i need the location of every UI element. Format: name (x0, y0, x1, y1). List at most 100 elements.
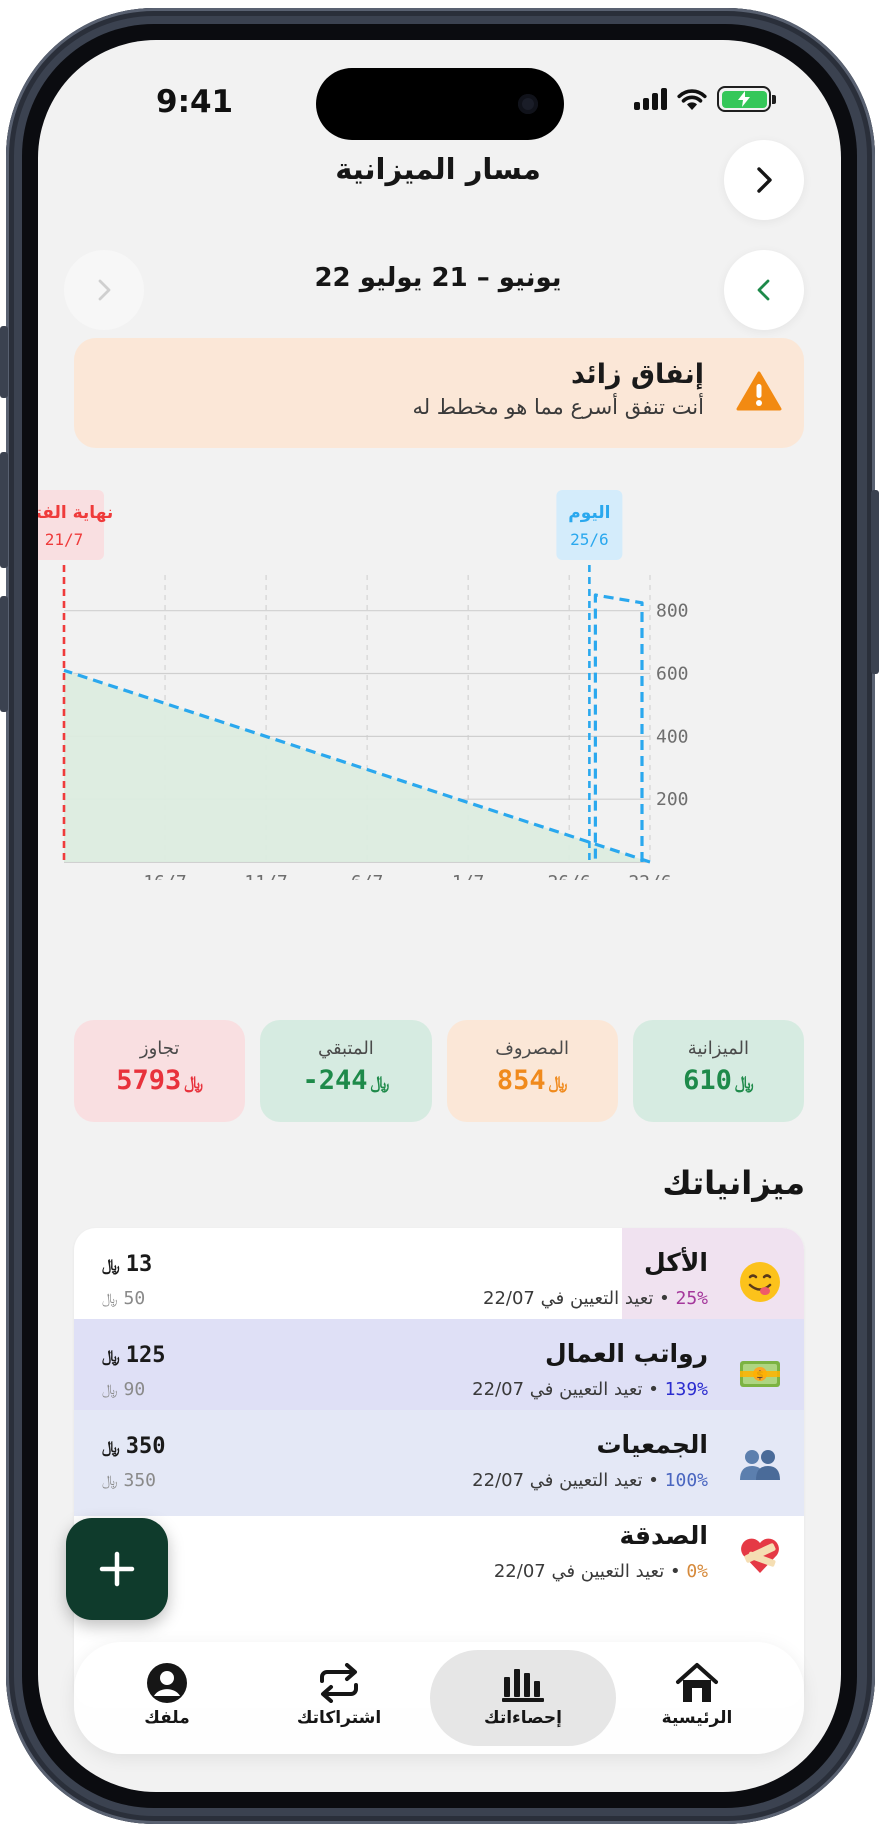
budget-name: رواتب العمال (545, 1339, 708, 1368)
budget-spent-value: 350 (125, 1434, 166, 1459)
marker-label: نهاية الفترة (38, 503, 113, 523)
currency-icon: ﷼ (102, 1381, 118, 1398)
volume-down-button (0, 596, 8, 712)
budget-reset-date: • تعيد التعيين في 22/07 (483, 1288, 670, 1309)
budget-spent-value: 125 (125, 1343, 166, 1368)
stat-card: المصروف 854 ﷼ (446, 1020, 618, 1122)
currency-icon: ﷼ (102, 1472, 118, 1489)
tab-profile-label: ملفك (144, 1708, 190, 1728)
page-title: مسار الميزانية (335, 152, 541, 186)
screen: 9:41 مسار الميزانية 22 يونيو – 21 يوليو … (38, 40, 841, 1792)
marker-tag (556, 490, 623, 560)
stat-value-row: 854 ﷼ (447, 1065, 618, 1096)
tab-subscriptions[interactable]: اشتراكاتك (246, 1650, 432, 1746)
x-tick-label: 6/7 (351, 872, 384, 880)
previous-period-button[interactable] (724, 250, 804, 330)
marker-label: اليوم (568, 503, 610, 523)
budget-spent: ﷼ 13 (102, 1252, 152, 1277)
currency-icon: ﷼ (370, 1072, 390, 1093)
back-button[interactable] (724, 140, 804, 220)
chart-bars-icon (502, 1669, 544, 1702)
currency-icon: ﷼ (184, 1072, 204, 1093)
yum-face-icon (738, 1260, 782, 1304)
stat-value-row: 610 ﷼ (633, 1065, 804, 1096)
people-icon (738, 1442, 782, 1486)
budget-meta: 100% • تعيد التعيين في 22/07 (472, 1470, 708, 1491)
budget-reset-date: • تعيد التعيين في 22/07 (472, 1470, 659, 1491)
status-icons (634, 86, 776, 112)
x-tick-label: 16/7 (143, 872, 186, 880)
budget-reset-date: • تعيد التعيين في 22/07 (493, 1561, 681, 1582)
bandaged-heart-icon (738, 1533, 782, 1577)
y-tick-label: 200 (656, 789, 689, 810)
x-tick-label: 26/6 (547, 872, 590, 880)
budget-name: الأكل (643, 1248, 708, 1277)
budget-chart: اليوم 25/6 نهاية الفترة 21/7 800 600 400 200 22… (38, 490, 689, 880)
alert-subtitle: أنت تنفق أسرع مما هو مخطط له (412, 395, 704, 419)
stat-value-row: -244 ﷼ (260, 1065, 431, 1096)
budget-name: الجمعيات (596, 1430, 708, 1459)
budget-row[interactable]: الصدقة0% • تعيد التعيين في 22/07﷼﷼20 (74, 1501, 804, 1607)
tab-stats-label: إحصاءاتك (484, 1708, 562, 1728)
tab-subscriptions-label: اشتراكاتك (296, 1708, 382, 1728)
marker-tag (38, 490, 104, 560)
currency-icon: ﷼ (102, 1290, 118, 1307)
next-period-button[interactable] (64, 250, 144, 330)
budget-percent: 100% (664, 1470, 708, 1491)
stat-card: المتبقي -244 ﷼ (260, 1020, 432, 1122)
budgets-list: الأكل25% • تعيد التعيين في 22/07﷼13﷼50$ر… (74, 1228, 804, 1708)
warning-icon (736, 371, 782, 411)
budget-limit: ﷼ 50 (102, 1288, 145, 1309)
wifi-icon (677, 89, 707, 110)
stat-label: المتبقي (317, 1038, 374, 1059)
budget-limit-value: 50 (123, 1288, 146, 1309)
x-tick-label: 11/7 (244, 872, 287, 880)
add-budget-button[interactable] (66, 1518, 168, 1620)
chevron-right-icon (757, 167, 772, 193)
budget-meta: 0% • تعيد التعيين في 22/07 (494, 1561, 708, 1582)
status-time: 9:41 (156, 84, 234, 120)
currency-icon: ﷼ (102, 1254, 120, 1274)
cellular-signal-icon (634, 88, 667, 110)
budget-meta: 139% • تعيد التعيين في 22/07 (472, 1379, 708, 1400)
alert-title: إنفاق زائد (570, 359, 704, 390)
budget-limit-value: 90 (123, 1379, 146, 1400)
y-tick-label: 400 (656, 726, 689, 747)
plus-icon (99, 1551, 135, 1587)
budget-spent: ﷼ 350 (102, 1434, 165, 1459)
tab-stats[interactable]: إحصاءاتك (430, 1650, 616, 1746)
power-button (871, 490, 879, 674)
y-tick-label: 800 (656, 601, 689, 622)
marker-date: 21/7 (45, 530, 84, 549)
stat-value: 854 (496, 1065, 546, 1096)
overspending-alert: إنفاق زائد أنت تنفق أسرع مما هو مخطط له (74, 338, 804, 448)
tab-home[interactable]: الرئيسية (604, 1650, 790, 1746)
house-icon (676, 1663, 718, 1702)
budget-spent: ﷼ 125 (102, 1343, 165, 1368)
series-line (593, 593, 644, 862)
y-tick-label: 600 (656, 664, 689, 685)
stat-card: الميزانية 610 ﷼ (632, 1020, 804, 1122)
budget-percent: 0% (686, 1561, 708, 1582)
stat-value: 610 (683, 1065, 732, 1096)
budget-limit-value: 350 (123, 1470, 157, 1491)
stat-card: تجاوز 5793 ﷼ (74, 1020, 246, 1122)
currency-icon: ﷼ (102, 1436, 120, 1456)
budget-spent-value: 13 (125, 1252, 153, 1277)
dynamic-island (316, 68, 564, 140)
x-tick-label: 22/6 (628, 872, 671, 880)
budget-percent: 25% (675, 1288, 708, 1309)
budget-meta: 25% • تعيد التعيين في 22/07 (483, 1288, 708, 1309)
budget-percent: 139% (664, 1379, 708, 1400)
budget-name: الصدقة (619, 1521, 708, 1550)
money-icon: $ (738, 1351, 782, 1395)
stat-value: 5793 (116, 1065, 182, 1096)
budget-reset-date: • تعيد التعيين في 22/07 (472, 1379, 659, 1400)
currency-icon: ﷼ (102, 1345, 120, 1365)
repeat-icon (320, 1663, 358, 1703)
stat-value: -244 (302, 1065, 368, 1096)
currency-icon: ﷼ (548, 1072, 568, 1093)
tab-profile[interactable]: ملفك (74, 1650, 260, 1746)
x-tick-label: 1/7 (452, 872, 485, 880)
battery-charging-icon (717, 86, 776, 112)
